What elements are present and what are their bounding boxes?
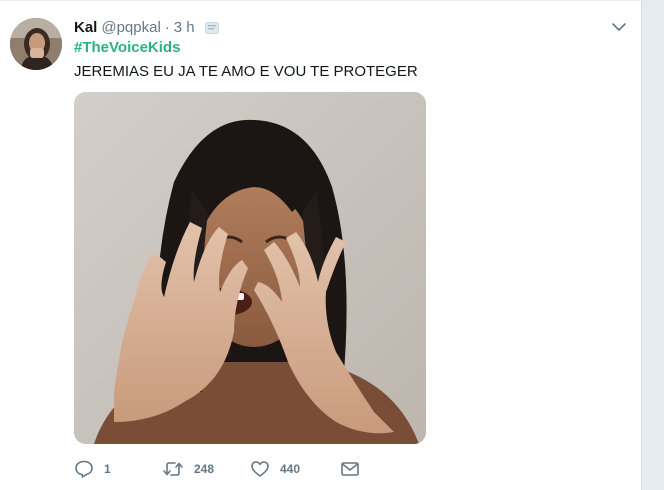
hashtag-link[interactable]: #TheVoiceKids (74, 39, 180, 56)
envelope-icon (340, 459, 360, 479)
like-count: 440 (280, 462, 301, 476)
retweet-count: 248 (194, 462, 215, 476)
reply-count: 1 (104, 462, 111, 476)
translate-icon[interactable] (204, 21, 219, 34)
display-name[interactable]: Kal (74, 19, 97, 36)
timeline-page: Kal @pqpkal · 3 h #TheVoiceKids JEREMIAS… (0, 0, 664, 490)
handle[interactable]: @pqpkal (101, 19, 160, 36)
avatar-image (10, 18, 62, 70)
tweet-header: Kal @pqpkal · 3 h (74, 17, 219, 37)
crying-person-photo (74, 92, 426, 444)
separator-dot: · (164, 18, 170, 36)
tweet-card[interactable]: Kal @pqpkal · 3 h #TheVoiceKids JEREMIAS… (0, 0, 641, 490)
heart-icon (250, 459, 270, 479)
chevron-down-icon[interactable] (611, 19, 627, 35)
reply-icon (74, 459, 94, 479)
like-button[interactable]: 440 (250, 458, 300, 480)
retweet-button[interactable]: 248 (162, 458, 214, 480)
direct-message-button[interactable] (340, 458, 360, 480)
tweet-media-image[interactable] (74, 92, 426, 444)
tweet-text: JEREMIAS EU JA TE AMO E VOU TE PROTEGER (74, 63, 418, 80)
avatar[interactable] (10, 18, 62, 70)
reply-button[interactable]: 1 (74, 458, 111, 480)
page-gutter (641, 0, 664, 490)
retweet-icon (162, 459, 184, 479)
timestamp[interactable]: 3 h (174, 19, 195, 36)
tweet-actions: 1 248 440 (74, 458, 374, 480)
